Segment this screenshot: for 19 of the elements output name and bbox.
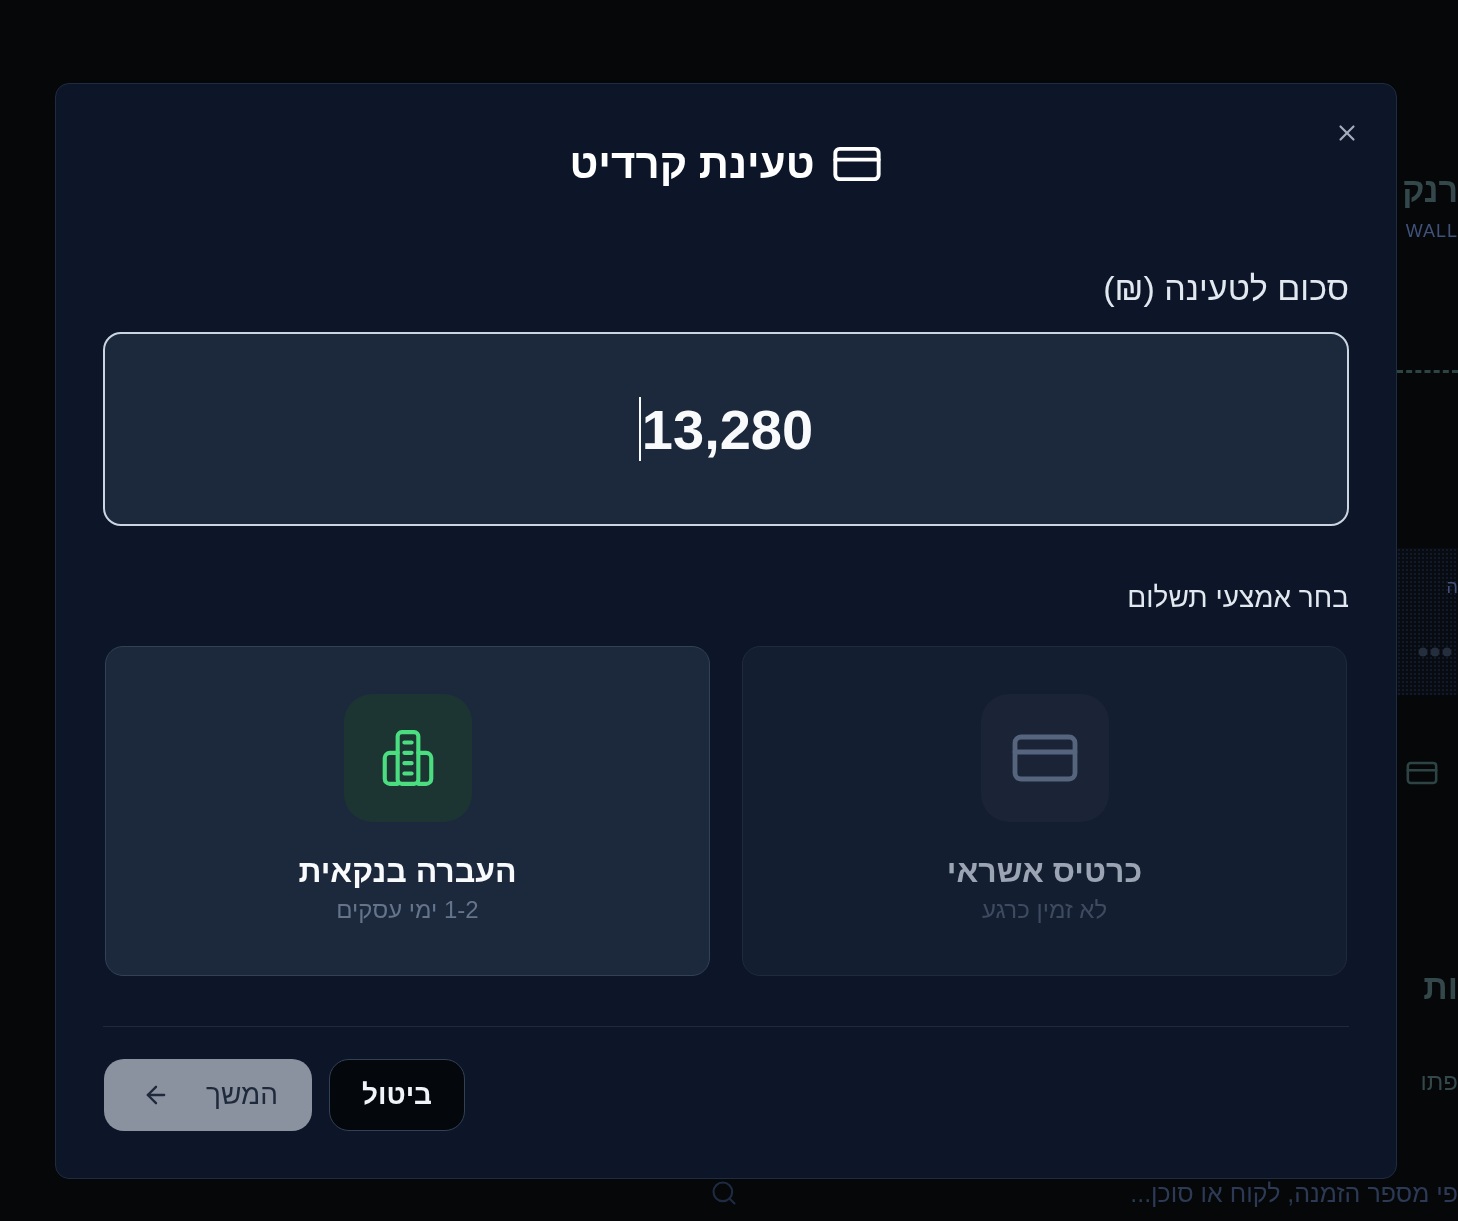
payment-method-title: העברה בנקאית	[298, 852, 517, 891]
background-panel-text: ה	[1446, 576, 1458, 598]
dialog-title: טעינת קרדיט	[569, 139, 815, 189]
background-subtitle: WALL	[1405, 220, 1458, 242]
background-text: פתו	[1420, 1067, 1458, 1097]
building-icon	[343, 694, 472, 822]
search-icon	[710, 1179, 738, 1207]
cancel-button[interactable]: ביטול	[329, 1059, 465, 1131]
payment-method-subtitle: 1-2 ימי עסקים	[336, 895, 479, 925]
background-heading: ות	[1423, 967, 1458, 1008]
search-field[interactable]: פי מספר הזמנה, לקוח או סוכן...	[750, 1175, 1458, 1211]
background-heading: רנק	[1402, 170, 1458, 211]
payment-method-title: כרטיס אשראי	[946, 852, 1143, 891]
credit-card-icon	[980, 694, 1109, 822]
amount-field[interactable]: 13,280	[103, 332, 1349, 526]
more-icon	[1418, 647, 1452, 657]
amount-label: סכום לטעינה (₪)	[1102, 268, 1349, 308]
payment-method-label: בחר אמצעי תשלום	[1126, 581, 1349, 615]
payment-method-card[interactable]: העברה בנקאית 1-2 ימי עסקים	[105, 646, 710, 976]
